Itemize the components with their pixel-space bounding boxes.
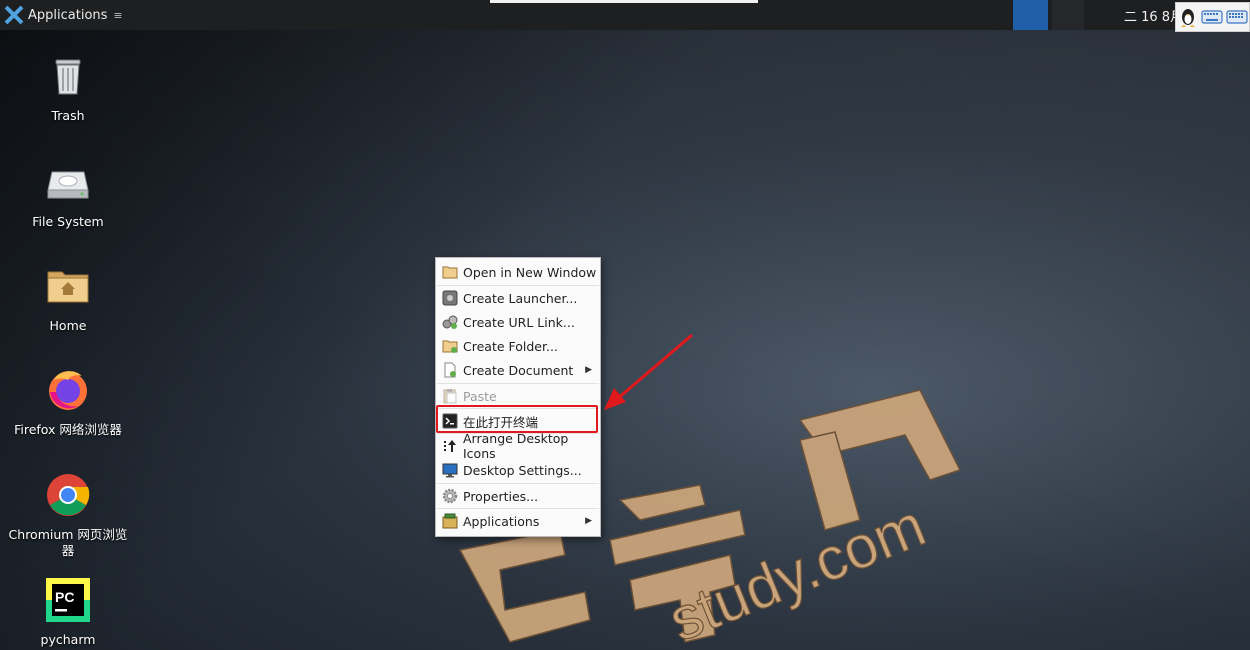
menu-item-label: Paste xyxy=(463,388,497,404)
new-document-icon xyxy=(442,362,458,378)
keyboard-icon[interactable] xyxy=(1200,9,1223,25)
launcher-icon xyxy=(442,290,458,306)
terminal-icon xyxy=(442,413,458,429)
folder-open-icon xyxy=(442,264,458,280)
menu-item-label: Properties... xyxy=(463,488,539,504)
menu-item-properties[interactable]: Properties... xyxy=(436,484,600,508)
menu-item-label: Arrange Desktop Icons xyxy=(463,431,569,461)
system-tray xyxy=(1175,2,1250,32)
desktop-icon-label: Home xyxy=(49,318,87,333)
chromium-icon xyxy=(47,474,90,516)
desktop-icon-trash[interactable]: Trash xyxy=(8,52,128,124)
desktop-icon-home[interactable]: Home xyxy=(8,262,128,334)
menu-item-create-folder[interactable]: Create Folder... xyxy=(436,334,600,358)
monitor-icon xyxy=(442,462,458,478)
applications-menu-button[interactable]: Applications ≡ xyxy=(4,4,123,26)
desktop-icon-label: Trash xyxy=(51,108,85,123)
desktop-icon-label: Firefox 网络浏览器 xyxy=(14,422,122,437)
applications-menu-glyph: ≡ xyxy=(113,8,123,22)
firefox-icon xyxy=(49,371,87,410)
menu-item-open-in-new-window[interactable]: Open in New Window xyxy=(436,260,600,284)
menu-item-label: Create Folder... xyxy=(463,338,558,354)
desktop-icon-pycharm[interactable]: PC pycharm xyxy=(8,576,128,648)
submenu-arrow-icon: ▶ xyxy=(585,365,592,375)
menu-item-create-launcher[interactable]: Create Launcher... xyxy=(436,286,600,310)
menu-item-label: Open in New Window xyxy=(463,264,597,280)
menu-item-paste: Paste xyxy=(436,384,600,408)
menu-item-create-url-link[interactable]: Create URL Link... xyxy=(436,310,600,334)
desktop-icon-chromium[interactable]: Chromium 网页浏览器 xyxy=(8,471,128,559)
xfce-logo-icon xyxy=(4,5,24,25)
menu-item-desktop-settings[interactable]: Desktop Settings... xyxy=(436,458,600,482)
applications-label: Applications xyxy=(28,7,108,23)
menu-item-label: Applications xyxy=(463,513,540,529)
menu-item-label: Create URL Link... xyxy=(463,314,575,330)
trash-icon xyxy=(55,59,81,95)
workspace-2-button[interactable] xyxy=(1052,0,1084,30)
desktop-icon-firefox[interactable]: Firefox 网络浏览器 xyxy=(8,366,128,438)
keyboard-layout-icon[interactable] xyxy=(1225,9,1248,25)
desktop-icon-label: File System xyxy=(32,214,104,229)
top-panel: Applications ≡ 二 16 8月 xyxy=(0,0,1250,32)
new-folder-icon xyxy=(442,338,458,354)
link-icon xyxy=(442,314,458,330)
menu-item-label: Create Launcher... xyxy=(463,290,578,306)
desktop-icon-label: pycharm xyxy=(40,632,96,647)
menu-item-label: Desktop Settings... xyxy=(463,462,582,478)
submenu-arrow-icon: ▶ xyxy=(585,516,592,526)
drive-icon xyxy=(47,171,89,199)
desktop-icon-label: Chromium 网页浏览器 xyxy=(8,527,128,558)
menu-item-applications[interactable]: Applications ▶ xyxy=(436,509,600,533)
folder-home-icon xyxy=(47,271,89,303)
menu-item-arrange-desktop-icons[interactable]: Arrange Desktop Icons xyxy=(436,431,600,461)
desktop-context-menu: Open in New Window Create Launcher... Cr… xyxy=(435,257,601,537)
menu-item-label: Create Document xyxy=(463,362,574,378)
svg-text:PC: PC xyxy=(55,589,74,605)
applications-icon xyxy=(442,513,458,529)
menu-item-open-terminal-here[interactable]: 在此打开终端 xyxy=(436,409,600,433)
arrange-icon xyxy=(442,438,458,454)
gear-icon xyxy=(442,488,458,504)
pycharm-icon: PC xyxy=(46,578,90,622)
workspace-1-button[interactable] xyxy=(1013,0,1048,30)
window-buttons-strip xyxy=(490,0,758,3)
desktop-icon-file-system[interactable]: File System xyxy=(8,158,128,230)
penguin-icon[interactable] xyxy=(1178,6,1198,28)
menu-item-label: 在此打开终端 xyxy=(463,414,539,430)
paste-icon xyxy=(442,388,458,404)
menu-item-create-document[interactable]: Create Document ▶ xyxy=(436,358,600,382)
